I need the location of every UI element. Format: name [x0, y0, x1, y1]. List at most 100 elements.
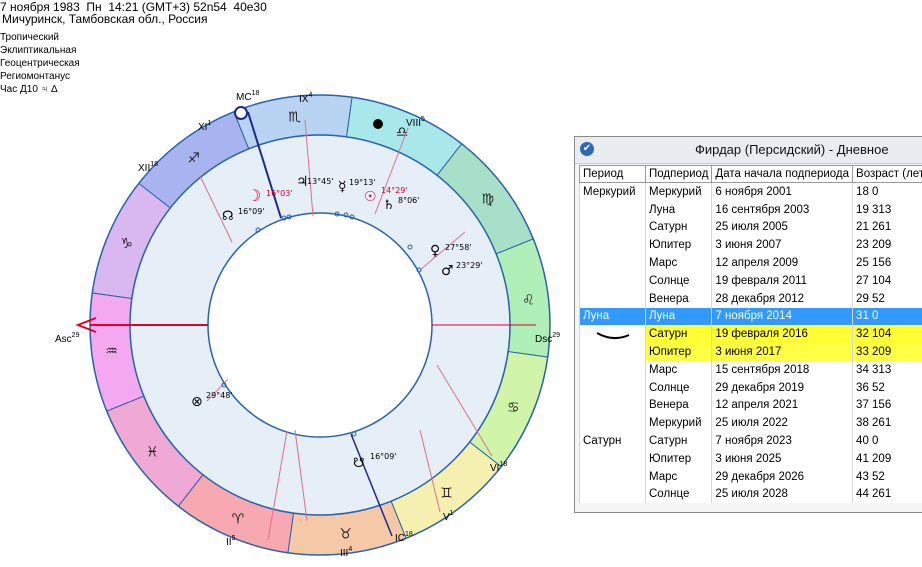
table-row[interactable]: Сатурн 25 июля 2005 21 261: [579, 218, 922, 237]
south-node-degree: 16°09': [370, 452, 397, 461]
jupiter-degree: 13°45': [307, 177, 334, 186]
cell-age: 41 209: [852, 449, 922, 468]
cell-period: [579, 449, 646, 468]
cell-period: [579, 271, 646, 290]
table-row[interactable]: Марс 12 апреля 2009 25 156: [579, 254, 922, 272]
north-node-degree: 16°09': [238, 207, 265, 216]
cell-start-date: 25 июля 2005: [711, 218, 853, 237]
cell-start-date: 28 декабря 2012: [711, 289, 853, 308]
cell-period: [579, 378, 646, 397]
table-row[interactable]: Марс 29 декабря 2026 43 52: [579, 467, 922, 486]
firdaria-window[interactable]: ✔ Фирдар (Персидский) - Дневное Период П…: [574, 136, 922, 513]
saturn-degree: 8°06': [398, 196, 419, 205]
cell-period: [579, 343, 646, 361]
cell-age: 36 52: [852, 378, 922, 397]
cell-start-date: 12 апреля 2021: [711, 396, 853, 415]
moon-glyph[interactable]: ☽: [247, 186, 261, 205]
cell-age: 31 0: [852, 307, 922, 326]
zodiac-sign-icon: ♒: [105, 344, 118, 360]
cell-age: 29 52: [852, 289, 922, 308]
sun-glyph[interactable]: ☉: [364, 189, 377, 205]
cell-period: [579, 254, 646, 272]
sun-degree: 14°29': [381, 186, 408, 195]
cell-subperiod: Солнце: [644, 378, 712, 397]
venus-glyph[interactable]: ♀: [430, 243, 440, 259]
table-row[interactable]: Меркурий Меркурий 6 ноября 2001 18 0: [579, 182, 922, 201]
north-node-glyph[interactable]: ☊: [222, 209, 234, 224]
zodiac-sign-icon: ♓: [146, 444, 159, 460]
dsc-label: Dsc29: [535, 332, 560, 345]
option-zodiac: Тропический: [0, 32, 59, 43]
cell-subperiod: Юпитер: [644, 449, 712, 468]
cell-start-date: 25 июля 2022: [711, 414, 853, 433]
asc-label: Asc29: [55, 332, 80, 345]
mercury-glyph[interactable]: ☿: [338, 179, 347, 195]
inner-circle: [207, 212, 433, 438]
cell-subperiod: Сатурн: [644, 432, 712, 450]
zodiac-sign-icon: ♊: [440, 486, 453, 502]
cell-start-date: 12 апреля 2009: [711, 254, 853, 272]
south-node-glyph[interactable]: ☋: [353, 456, 365, 471]
saturn-glyph[interactable]: ♄: [383, 198, 395, 213]
table-row[interactable]: Марс 15 сентября 2018 34 313: [579, 360, 922, 379]
cell-age: 32 104: [852, 325, 922, 344]
cell-start-date: 3 июня 2017: [711, 343, 853, 361]
cell-period: Меркурий: [579, 182, 646, 201]
column-header-period[interactable]: Период: [579, 165, 646, 183]
natal-chart-wheel[interactable]: ♐♑♒♓♈♉♊♋♌♍♎♏ Asc29 Dsc29 MC18 IC18 IX4 V…: [40, 80, 560, 567]
app-icon: ✔: [580, 142, 594, 156]
cell-age: 19 313: [852, 200, 922, 219]
part-of-fortune-glyph[interactable]: ⊗: [191, 394, 203, 410]
zodiac-sign-icon: ♈: [232, 511, 245, 527]
cell-start-date: 16 сентября 2003: [711, 200, 853, 219]
table-row[interactable]: Солнце 25 июля 2028 44 261: [579, 485, 922, 504]
cell-period: [579, 289, 646, 308]
cell-period: [579, 414, 646, 433]
cell-subperiod: Сатурн: [644, 325, 712, 344]
cell-period: Луна: [579, 307, 646, 326]
cell-start-date: 3 июня 2007: [711, 236, 853, 255]
table-row[interactable]: Юпитер 3 июня 2007 23 209: [579, 236, 922, 255]
cell-period: [579, 360, 646, 379]
table-row[interactable]: Юпитер 3 июня 2017 33 209: [579, 343, 922, 361]
table-row[interactable]: Солнце 29 декабря 2019 36 52: [579, 378, 922, 397]
table-row[interactable]: Венера 28 декабря 2012 29 52: [579, 289, 922, 308]
cell-subperiod: Солнце: [644, 485, 712, 504]
table-row[interactable]: Сатурн Сатурн 7 ноября 2023 40 0: [579, 432, 922, 450]
cell-subperiod: Венера: [644, 396, 712, 415]
window-title: Фирдар (Персидский) - Дневное: [695, 142, 889, 157]
column-header-age[interactable]: Возраст (лет): [852, 165, 922, 183]
table-row[interactable]: Луна Луна 7 ноября 2014 31 0: [579, 307, 922, 326]
cell-age: 23 209: [852, 236, 922, 255]
table-row[interactable]: Юпитер 3 июня 2025 41 209: [579, 449, 922, 468]
column-header-subperiod[interactable]: Подпериод: [644, 165, 713, 183]
pen-mark-annotation: [596, 332, 630, 339]
cell-age: 40 0: [852, 432, 922, 450]
house-label-vi: VI18: [490, 461, 507, 474]
zodiac-sign-icon: ♉: [339, 526, 352, 542]
venus-degree: 27°58': [445, 243, 472, 252]
cell-age: 25 156: [852, 254, 922, 272]
mars-glyph[interactable]: ♂: [441, 263, 454, 279]
cell-start-date: 25 июля 2028: [711, 485, 853, 504]
table-row[interactable]: Луна 16 сентября 2003 19 313: [579, 200, 922, 219]
table-row[interactable]: Солнце 19 февраля 2011 27 104: [579, 271, 922, 290]
cell-subperiod: Марс: [644, 467, 712, 486]
mars-degree: 23°29': [456, 261, 483, 270]
table-row[interactable]: Меркурий 25 июля 2022 38 261: [579, 414, 922, 433]
cell-period: [579, 396, 646, 415]
house-label-iii: III4: [340, 546, 352, 559]
cell-start-date: 15 сентября 2018: [711, 360, 853, 379]
cell-start-date: 7 ноября 2014: [711, 307, 853, 326]
zodiac-sign-icon: ♌: [522, 292, 535, 308]
column-header-start-date[interactable]: Дата начала подпериода: [711, 165, 854, 183]
cell-start-date: 29 декабря 2019: [711, 378, 853, 397]
cell-subperiod: Сатурн: [644, 218, 712, 237]
part-of-fortune-degree: 29°48': [206, 391, 233, 400]
cell-subperiod: Солнце: [644, 271, 712, 290]
table-row[interactable]: Венера 12 апреля 2021 37 156: [579, 396, 922, 415]
window-titlebar[interactable]: ✔ Фирдар (Персидский) - Дневное: [575, 137, 922, 164]
cell-age: 37 156: [852, 396, 922, 415]
cell-start-date: 19 февраля 2016: [711, 325, 853, 344]
cell-age: 33 209: [852, 343, 922, 361]
